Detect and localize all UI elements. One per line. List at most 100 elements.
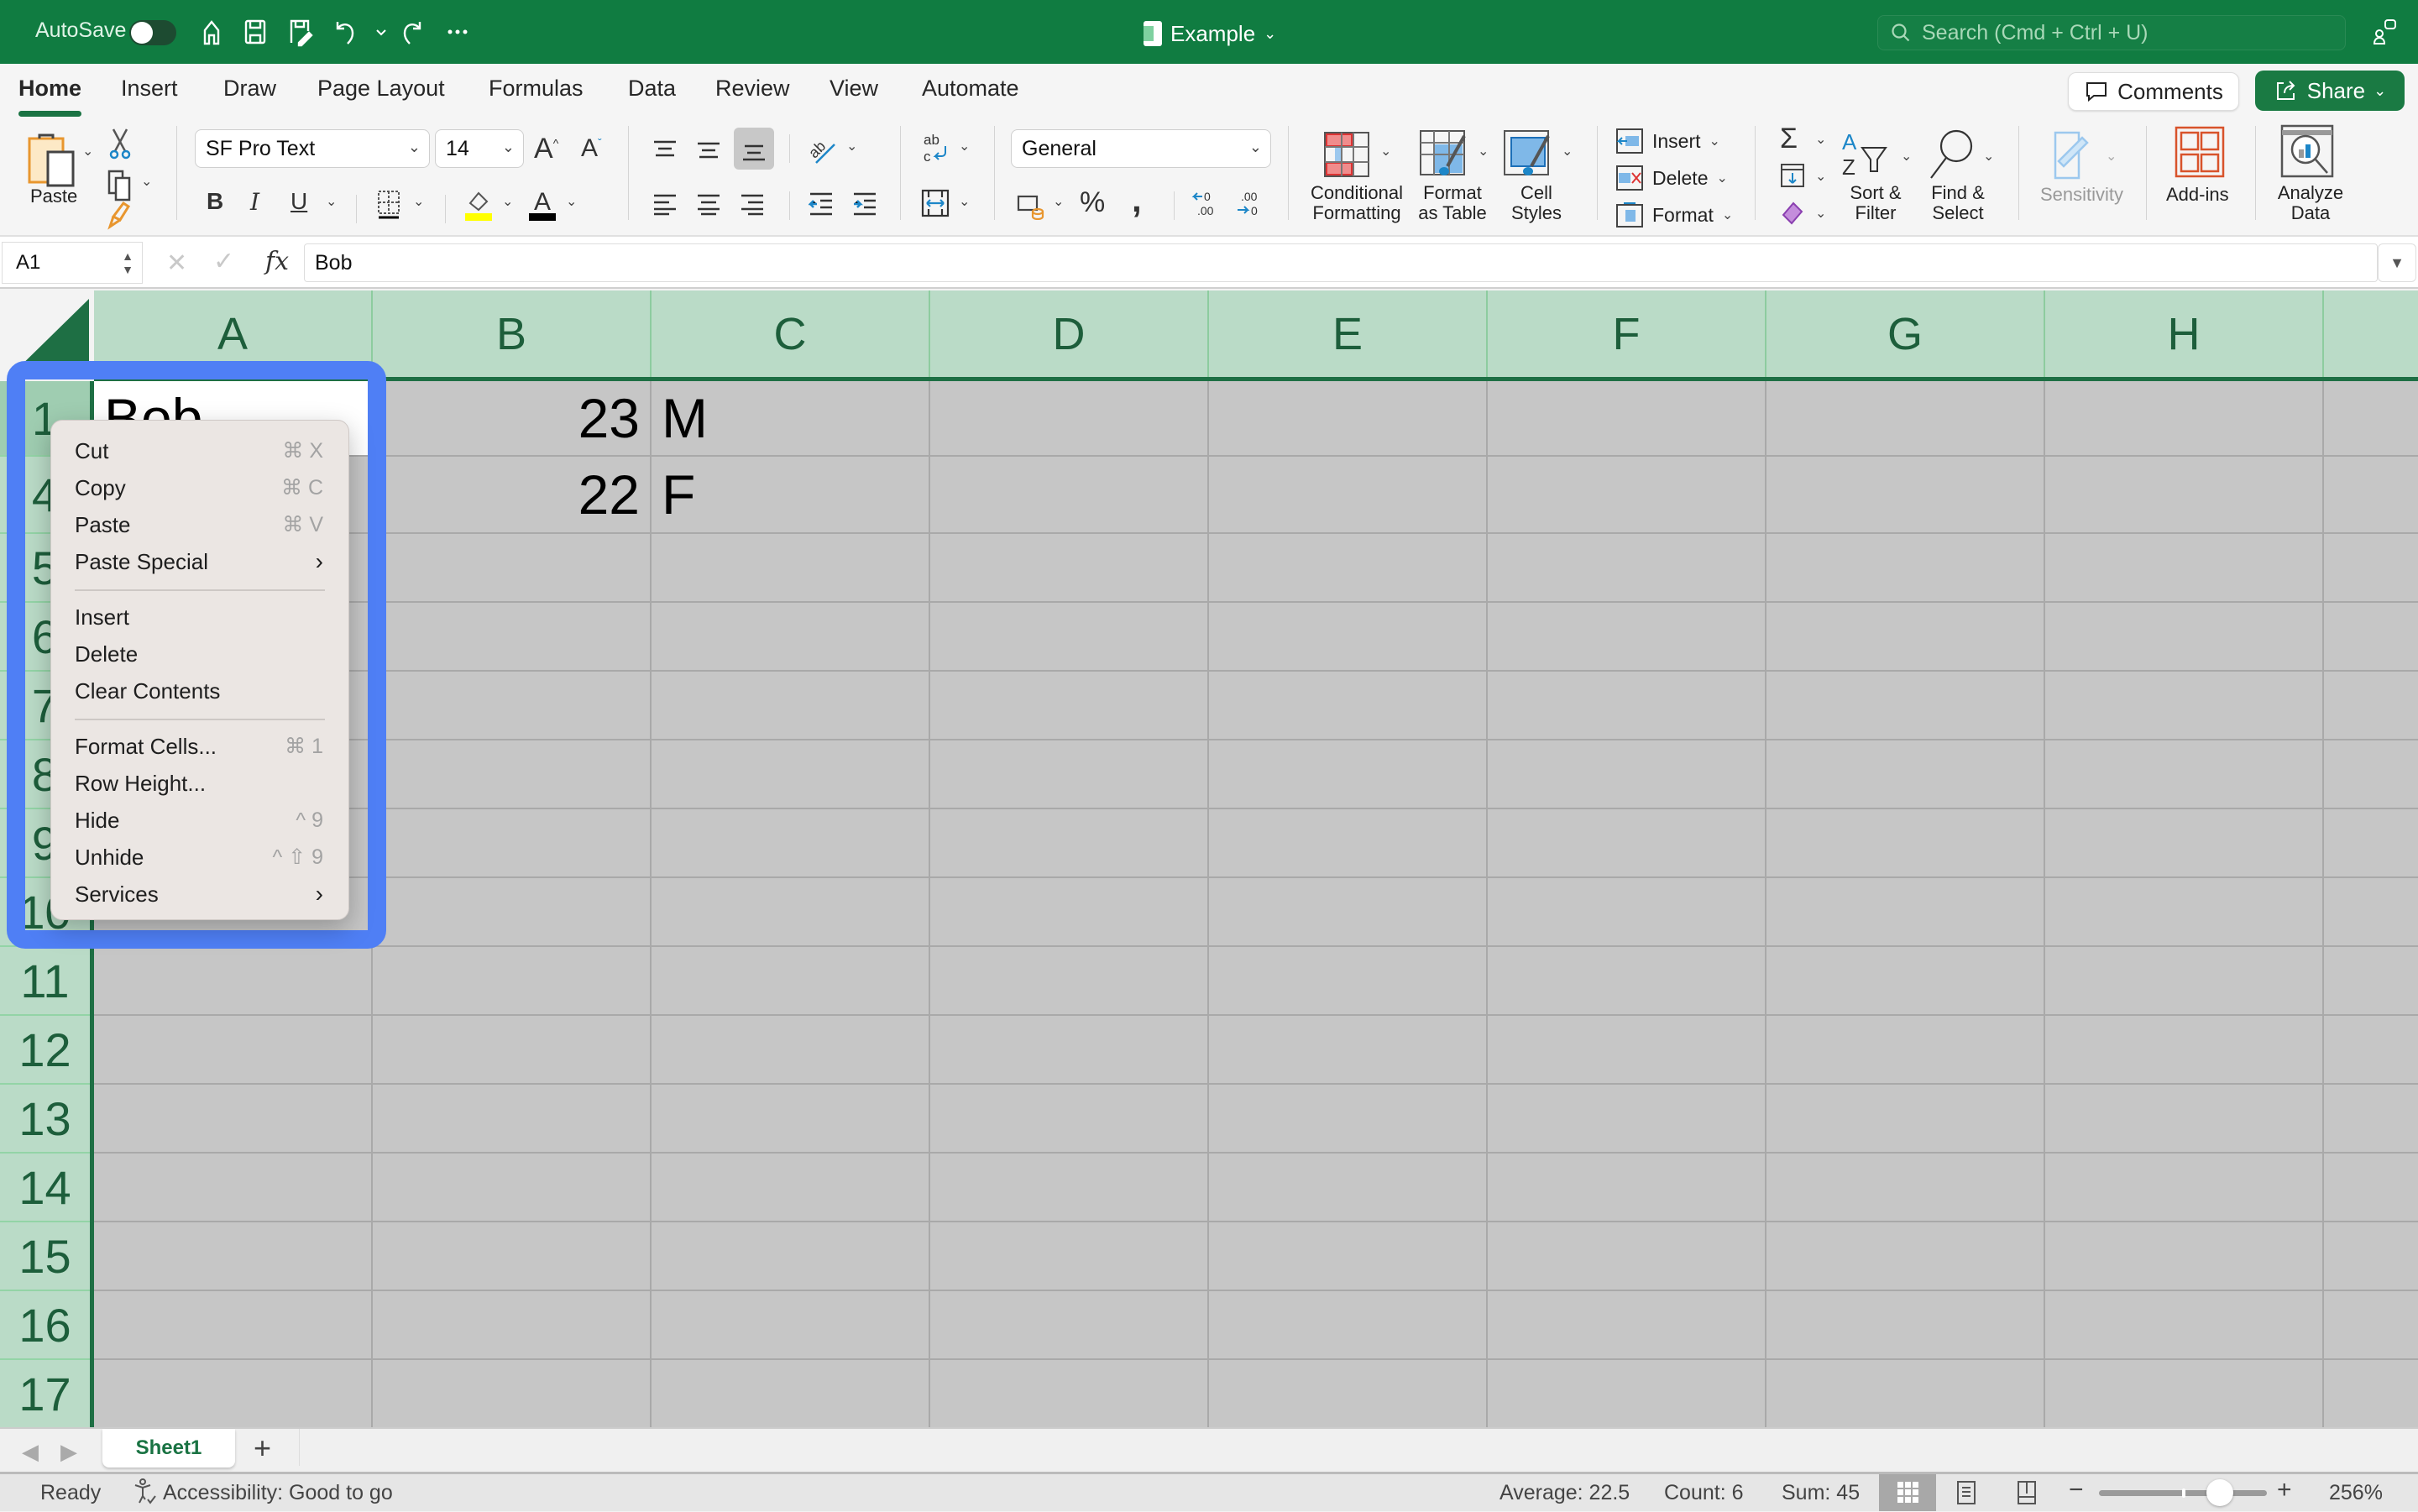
conditional-formatting-dropdown-chevron-icon[interactable]: ⌄ xyxy=(1380,143,1391,160)
menu-item-format-cells[interactable]: Format Cells... ⌘ 1 xyxy=(51,728,348,765)
menu-item-copy[interactable]: Copy ⌘ C xyxy=(51,469,348,506)
align-center-icon[interactable] xyxy=(693,188,724,218)
expand-formula-bar-icon[interactable]: ▼ xyxy=(2378,243,2416,282)
font-name-dropdown[interactable]: SF Pro Text ⌄ xyxy=(195,129,430,168)
zoom-out-icon[interactable]: − xyxy=(2069,1476,2084,1504)
menu-item-cut[interactable]: Cut ⌘ X xyxy=(51,432,348,469)
column-header-c[interactable]: C xyxy=(652,290,930,377)
accessibility-status[interactable]: Accessibility: Good to go xyxy=(163,1481,393,1505)
menu-item-delete[interactable]: Delete xyxy=(51,636,348,672)
sort-filter-icon[interactable]: AZ xyxy=(1840,129,1899,180)
cell-c4[interactable]: F xyxy=(652,457,929,532)
font-color-dropdown-chevron-icon[interactable]: ⌄ xyxy=(566,193,577,210)
page-layout-view-button[interactable] xyxy=(1938,1474,1995,1511)
menu-item-unhide[interactable]: Unhide ^ ⇧ 9 xyxy=(51,839,348,876)
zoom-level[interactable]: 256% xyxy=(2329,1481,2383,1505)
number-format-dropdown[interactable]: General ⌄ xyxy=(1011,129,1271,168)
column-header-i[interactable] xyxy=(2324,290,2418,377)
paste-dropdown-chevron-icon[interactable]: ⌄ xyxy=(82,143,93,160)
zoom-slider-thumb[interactable] xyxy=(2206,1479,2233,1506)
cell-b1[interactable]: 23 xyxy=(373,381,650,455)
find-select-icon[interactable] xyxy=(1928,126,1978,180)
tab-review[interactable]: Review xyxy=(715,76,790,102)
merge-dropdown-chevron-icon[interactable]: ⌄ xyxy=(959,193,970,210)
comma-style-icon[interactable]: , xyxy=(1132,180,1142,220)
format-painter-icon[interactable] xyxy=(104,198,134,232)
font-size-dropdown[interactable]: 14 ⌄ xyxy=(435,129,524,168)
row-header-14[interactable]: 14 xyxy=(0,1154,90,1222)
add-sheet-icon[interactable]: + xyxy=(254,1431,271,1466)
format-cells-button[interactable]: Format ⌄ xyxy=(1615,198,1733,232)
row-header-13[interactable]: 13 xyxy=(0,1085,90,1154)
normal-view-button[interactable] xyxy=(1879,1474,1936,1511)
fill-color-icon[interactable] xyxy=(463,186,494,223)
analyze-data-icon[interactable] xyxy=(2280,124,2336,180)
cell-c1[interactable]: M xyxy=(652,381,929,455)
format-as-table-label[interactable]: Format as Table xyxy=(1409,183,1496,223)
document-title[interactable]: Example ⌄ xyxy=(1144,17,1276,50)
home-icon[interactable] xyxy=(195,15,228,49)
accessibility-icon[interactable] xyxy=(133,1478,158,1512)
underline-dropdown-chevron-icon[interactable]: ⌄ xyxy=(326,193,337,210)
underline-icon[interactable]: U xyxy=(290,188,307,215)
align-left-icon[interactable] xyxy=(650,188,680,218)
menu-item-row-height[interactable]: Row Height... xyxy=(51,765,348,802)
tab-view[interactable]: View xyxy=(830,76,878,102)
find-select-dropdown-chevron-icon[interactable]: ⌄ xyxy=(1983,148,1994,165)
column-header-d[interactable]: D xyxy=(930,290,1209,377)
save-icon[interactable] xyxy=(238,15,272,49)
menu-item-services[interactable]: Services › xyxy=(51,876,348,913)
delete-cells-button[interactable]: Delete ⌄ xyxy=(1615,161,1728,195)
sensitivity-icon[interactable] xyxy=(2049,126,2099,180)
borders-dropdown-chevron-icon[interactable]: ⌄ xyxy=(413,193,424,210)
align-bottom-icon[interactable] xyxy=(734,128,774,170)
borders-icon[interactable] xyxy=(374,188,403,222)
row-header-11[interactable]: 11 xyxy=(0,947,90,1016)
paste-button[interactable] xyxy=(24,129,79,190)
cancel-formula-icon[interactable]: ✕ xyxy=(166,249,187,278)
cell-styles-icon[interactable] xyxy=(1501,129,1552,180)
conditional-formatting-label[interactable]: Conditional Formatting xyxy=(1305,183,1409,223)
next-sheet-icon[interactable]: ▶ xyxy=(60,1439,77,1465)
row-header-12[interactable]: 12 xyxy=(0,1016,90,1085)
comments-button[interactable]: Comments xyxy=(2068,72,2239,111)
column-header-g[interactable]: G xyxy=(1766,290,2045,377)
analyze-data-label[interactable]: Analyze Data xyxy=(2270,183,2351,223)
undo-icon[interactable] xyxy=(329,15,363,49)
select-all-button[interactable] xyxy=(0,290,94,381)
redo-icon[interactable] xyxy=(395,15,428,49)
menu-item-paste-special[interactable]: Paste Special › xyxy=(51,543,348,580)
fill-dropdown-chevron-icon[interactable]: ⌄ xyxy=(1815,168,1826,185)
autosave-toggle[interactable] xyxy=(129,20,176,45)
insert-cells-button[interactable]: Insert ⌄ xyxy=(1615,124,1720,158)
decrease-font-size-icon[interactable]: Aˇ xyxy=(581,134,602,163)
cut-icon[interactable] xyxy=(107,128,133,161)
more-icon[interactable] xyxy=(442,15,475,49)
column-header-h[interactable]: H xyxy=(2045,290,2324,377)
copy-dropdown-chevron-icon[interactable]: ⌄ xyxy=(141,173,152,190)
merge-center-icon[interactable] xyxy=(919,186,952,220)
column-header-a[interactable]: A xyxy=(94,290,373,377)
row-header-17[interactable]: 17 xyxy=(0,1360,90,1427)
wrap-text-icon[interactable]: ab c xyxy=(919,131,952,168)
row-header-15[interactable]: 15 xyxy=(0,1222,90,1291)
bold-icon[interactable]: B xyxy=(207,188,223,215)
cell-b4[interactable]: 22 xyxy=(373,457,650,532)
italic-icon[interactable]: I xyxy=(250,188,259,216)
align-right-icon[interactable] xyxy=(737,188,767,218)
menu-item-hide[interactable]: Hide ^ 9 xyxy=(51,802,348,839)
tab-home[interactable]: Home xyxy=(18,76,82,117)
conditional-formatting-icon[interactable] xyxy=(1322,129,1372,180)
find-select-label[interactable]: Find & Select xyxy=(1921,183,1995,223)
accounting-dropdown-chevron-icon[interactable]: ⌄ xyxy=(1053,193,1064,210)
accounting-format-icon[interactable] xyxy=(1014,188,1048,222)
clear-icon[interactable] xyxy=(1778,198,1807,227)
decrease-decimal-icon[interactable]: .00 0 xyxy=(1233,186,1266,220)
tab-automate[interactable]: Automate xyxy=(922,76,1019,102)
page-break-view-button[interactable] xyxy=(1998,1474,2055,1511)
orientation-icon[interactable]: ab xyxy=(806,133,840,166)
fill-color-dropdown-chevron-icon[interactable]: ⌄ xyxy=(502,193,513,210)
font-color-icon[interactable]: A xyxy=(527,185,557,223)
sort-filter-dropdown-chevron-icon[interactable]: ⌄ xyxy=(1901,148,1912,165)
tab-insert[interactable]: Insert xyxy=(121,76,178,102)
